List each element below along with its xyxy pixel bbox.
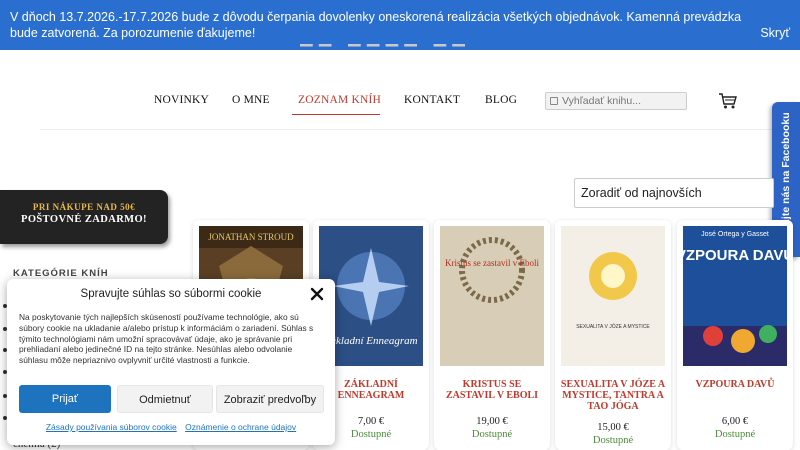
nav-item-blog[interactable]: BLOG	[485, 94, 517, 106]
cover-text: VZPOURA DAVŮ	[683, 245, 787, 264]
search-box[interactable]	[545, 92, 687, 110]
cover-author: José Ortega y Gasset	[701, 231, 769, 238]
nav-item-o-mne[interactable]: O MNE	[232, 94, 270, 106]
book-cover[interactable]: Kristus se zastavil v Eboli	[440, 226, 544, 366]
product-stock: Dostupné	[592, 435, 634, 446]
close-icon[interactable]	[309, 286, 325, 302]
book-cover[interactable]: José Ortega y Gasset VZPOURA DAVŮ	[683, 226, 787, 366]
cookie-consent-dialog: Spravujte súhlas so súbormi cookie Na po…	[7, 279, 335, 445]
header-divider	[40, 129, 784, 130]
search-input[interactable]	[562, 95, 674, 107]
cookie-dialog-title: Spravujte súhlas so súbormi cookie	[80, 288, 262, 300]
shipping-banner-line2: POŠTOVNÉ ZADARMO!	[21, 214, 147, 225]
deny-cookies-button[interactable]: Odmietnuť	[117, 385, 213, 413]
product-price: 19,00 €	[476, 416, 508, 427]
product-price: 15,00 €	[597, 422, 629, 433]
categories-heading: KATEGÓRIE KNÍH	[13, 268, 109, 279]
cover-text: JONATHAN STROUD	[208, 232, 294, 242]
cookie-policy-links: Zásady používania súborov cookie Oznámen…	[7, 422, 335, 432]
cover-text: SEXUALITA V JÓZE A MYSTICE	[576, 323, 650, 330]
shipping-banner-line1: PRI NÁKUPE NAD 50€	[32, 202, 136, 212]
product-title[interactable]: KRISTUS SE ZASTAVIL V EBOLI	[438, 379, 546, 401]
cover-text: Základní Enneagram	[324, 335, 417, 347]
view-preferences-button[interactable]: Zobraziť predvoľby	[216, 385, 324, 413]
privacy-notice-link[interactable]: Oznámenie o ochrane údajov	[185, 422, 296, 432]
product-price: 6,00 €	[721, 416, 749, 427]
cover-text: Kristus se zastavil v Eboli	[445, 258, 539, 268]
store-notice-bar: V dňoch 13.7.2026.-17.7.2026 bude z dôvo…	[0, 0, 800, 50]
nav-item-novinky[interactable]: NOVINKY	[154, 94, 209, 106]
free-shipping-banner: PRI NÁKUPE NAD 50€ POŠTOVNÉ ZADARMO!	[0, 190, 168, 244]
product-title[interactable]: VZPOURA DAVŮ	[681, 379, 789, 390]
cookie-policy-link[interactable]: Zásady používania súborov cookie	[46, 422, 177, 432]
site-logo[interactable]: ▀▀ ▀▀▀▀ ▀▀	[300, 44, 490, 54]
nav-item-kontakt[interactable]: KONTAKT	[404, 94, 460, 106]
notice-message: V dňoch 13.7.2026.-17.7.2026 bude z dôvo…	[10, 10, 742, 40]
nav-item-zoznam-knih[interactable]: ZOZNAM KNÍH	[298, 94, 381, 106]
search-icon	[550, 97, 558, 105]
active-nav-underline	[292, 114, 380, 115]
product-card[interactable]: José Ortega y Gasset VZPOURA DAVŮ VZPOUR…	[677, 220, 793, 450]
product-title[interactable]: SEXUALITA V JÓZE A MYSTICE, TANTRA A TAO…	[559, 379, 667, 412]
notice-hide-link[interactable]: Skryť	[760, 25, 790, 41]
product-card[interactable]: SEXUALITA V JÓZE A MYSTICE SEXUALITA V J…	[555, 220, 671, 450]
sort-select[interactable]: Zoradiť od najnovších	[574, 178, 774, 208]
cookie-dialog-text: Na poskytovanie tých najlepších skúsenos…	[19, 312, 314, 366]
product-card[interactable]: Kristus se zastavil v Eboli KRISTUS SE Z…	[434, 220, 550, 450]
product-stock: Dostupné	[714, 429, 756, 440]
product-stock: Dostupné	[471, 429, 513, 440]
accept-cookies-button[interactable]: Prijať	[19, 385, 111, 413]
cart-icon[interactable]	[718, 92, 738, 110]
book-cover[interactable]: SEXUALITA V JÓZE A MYSTICE	[561, 226, 665, 366]
